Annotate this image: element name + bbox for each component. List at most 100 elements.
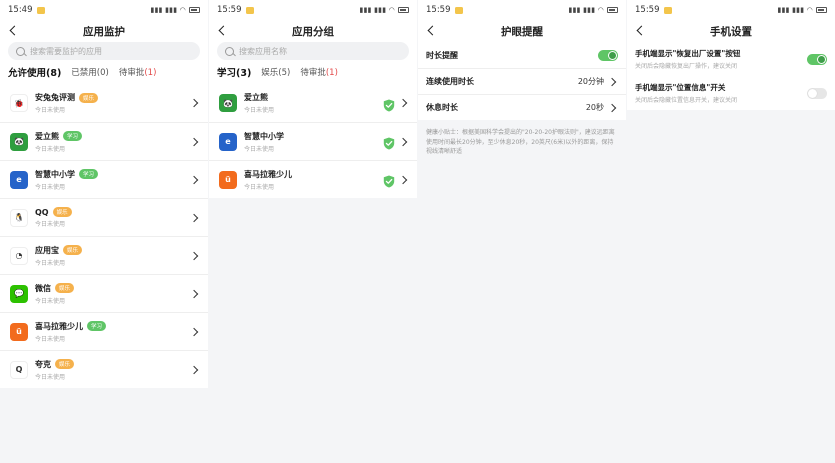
chevron-right-icon [190, 289, 200, 299]
app-row[interactable]: e 智慧中小学 学习 今日未使用 [0, 160, 208, 198]
setting-value: 20分钟 [577, 77, 604, 86]
setting-description: 关闭后会隐藏位置信息开关，建议关闭 [635, 97, 738, 104]
app-info: 应用宝 娱乐今日未使用 [35, 245, 190, 267]
nav-bar: 应用分组 [209, 20, 417, 42]
message-icon [663, 6, 672, 14]
setting-label: 连续使用时长 [426, 77, 474, 86]
app-info: 安兔兔评测 娱乐今日未使用 [35, 92, 190, 114]
status-time: 15:59 [635, 5, 660, 15]
health-tip: 健康小贴士：根据美国科学会提出的"20-20-20护眼法则"，建议远距离使用时间… [426, 129, 615, 156]
tab-0[interactable]: 学习(3) [217, 65, 251, 79]
setting-row[interactable]: 休息时长 20秒 [418, 94, 626, 120]
app-row[interactable]: 🐼 爱立熊 学习 今日未使用 [0, 122, 208, 160]
usage-text: 今日未使用 [35, 145, 66, 153]
toggle-knob [808, 88, 817, 98]
signal-icon: ▮▮▮ ▮▮▮ ◠ [777, 6, 813, 14]
nav-bar: 手机设置 [627, 20, 835, 42]
usage-text: 今日未使用 [35, 259, 66, 267]
back-icon[interactable] [217, 24, 231, 38]
app-name: 爱立熊 [244, 92, 383, 103]
search-input[interactable]: 搜索需要监护的应用 [8, 42, 200, 60]
app-name: 安兔兔评测 娱乐 [35, 92, 190, 103]
toggle-switch[interactable] [807, 87, 827, 99]
status-time: 15:59 [217, 5, 242, 15]
toggle-switch[interactable] [598, 49, 618, 61]
setting-value: 20秒 [585, 103, 604, 112]
panda-icon: 🐼 [219, 94, 237, 112]
category-badge: 娱乐 [55, 283, 75, 293]
app-name-text: 安兔兔评测 [35, 93, 75, 102]
app-name: 智慧中小学 学习 [35, 169, 190, 180]
battery-icon [607, 7, 618, 13]
setting-row[interactable]: 连续使用时长 20分钟 [418, 68, 626, 94]
signal-icon: ▮▮▮ ▮▮▮ ◠ [359, 6, 395, 14]
category-badge: 学习 [63, 131, 83, 141]
app-name-text: 智慧中小学 [35, 169, 75, 179]
message-icon [36, 6, 45, 14]
setting-text: 手机端显示"位置信息"开关 关闭后会隐藏位置信息开关，建议关闭 [635, 82, 807, 104]
header-area: 15:49 ▮▮▮ ▮▮▮ ◠ 应用监护 搜索需要监护的应用 允许使用(8) 已禁… [0, 0, 208, 84]
app-row[interactable]: 🐧 QQ 娱乐今日未使用 [0, 198, 208, 236]
chevron-right-icon [190, 213, 200, 223]
page-title: 手机设置 [710, 25, 752, 38]
pending-count: (1) [325, 68, 338, 78]
status-bar: 15:49 ▮▮▮ ▮▮▮ ◠ [0, 0, 208, 20]
setting-row[interactable]: 手机端显示"位置信息"开关 关闭后会隐藏位置信息开关，建议关闭 [627, 76, 835, 110]
edu-icon: e [10, 170, 28, 189]
app-name-text: 应用宝 [35, 245, 59, 255]
signal-icon: ▮▮▮ ▮▮▮ ◠ [568, 6, 604, 14]
tab-0[interactable]: 允许使用(8) [8, 65, 61, 79]
app-row[interactable]: 🐞 安兔兔评测 娱乐今日未使用 [0, 84, 208, 122]
app-name-text: 喜马拉雅少儿 [244, 169, 292, 179]
app-info: 夸克 娱乐 今日未使用 [35, 359, 190, 381]
category-badge: 娱乐 [63, 245, 83, 255]
toggle-switch[interactable] [807, 53, 827, 65]
setting-description: 关闭后会隐藏恢复出厂操作，建议关闭 [635, 63, 738, 70]
app-row[interactable]: 💬 微信 娱乐 今日未使用 [0, 274, 208, 312]
back-icon[interactable] [426, 24, 440, 38]
signal-icon: ▮▮▮ ▮▮▮ ◠ [150, 6, 186, 14]
app-name: QQ 娱乐 [35, 207, 190, 217]
shield-check-icon [383, 135, 395, 150]
usage-text: 今日未使用 [35, 221, 66, 228]
setting-row[interactable]: 手机端显示"恢复出厂设置"按钮 关闭后会隐藏恢复出厂操作，建议关闭 [627, 42, 835, 76]
antutu-icon: 🐞 [10, 94, 28, 112]
chevron-right-icon [399, 175, 409, 185]
back-icon[interactable] [8, 24, 22, 38]
app-name-text: 爱立熊 [244, 93, 268, 102]
app-row[interactable]: 🐼 爱立熊 今日未使用 [209, 84, 417, 122]
app-row[interactable]: ü 喜马拉雅少儿 学习 今日未使用 [0, 312, 208, 350]
tab-2[interactable]: 待审批(1) [300, 66, 338, 78]
app-info: 微信 娱乐 今日未使用 [35, 283, 190, 305]
battery-icon [398, 7, 409, 13]
nav-bar: 护眼提醒 [418, 20, 626, 42]
eye-care-screen: 15:59 ▮▮▮ ▮▮▮ ◠ 护眼提醒 时长提醒 连续使用时长 20分钟 休息时长 2… [418, 0, 626, 463]
chevron-right-icon [190, 365, 200, 375]
usage-text: 今日未使用 [35, 107, 66, 114]
app-name-text: 微信 [35, 283, 51, 293]
battery-icon [189, 7, 200, 13]
app-info: 喜马拉雅少儿 学习 今日未使用 [35, 321, 190, 343]
tab-1[interactable]: 娱乐(5) [261, 66, 290, 78]
category-badge: 娱乐 [55, 359, 75, 369]
tab-2[interactable]: 待审批(1) [119, 66, 157, 78]
app-name-text: 智慧中小学 [244, 131, 284, 141]
usage-text: 今日未使用 [244, 145, 275, 153]
search-input[interactable]: 搜索应用名称 [217, 42, 409, 60]
app-name: 喜马拉雅少儿 学习 [35, 321, 190, 332]
chevron-right-icon [608, 77, 618, 87]
phone-settings-screen: 15:59 ▮▮▮ ▮▮▮ ◠ 手机设置 手机端显示"恢复出厂设置"按钮 关闭后会… [627, 0, 835, 463]
app-row[interactable]: Q 夸克 娱乐 今日未使用 [0, 350, 208, 388]
app-row[interactable]: ü 喜马拉雅少儿 今日未使用 [209, 160, 417, 198]
battery-icon [816, 7, 827, 13]
app-name: 微信 娱乐 [35, 283, 190, 294]
app-row[interactable]: ◔ 应用宝 娱乐 今日未使用 [0, 236, 208, 274]
setting-row[interactable]: 时长提醒 [418, 42, 626, 68]
edu-icon: e [219, 132, 237, 151]
pending-count: (1) [144, 68, 157, 78]
qq-icon: 🐧 [10, 208, 28, 227]
back-icon[interactable] [635, 24, 649, 38]
tab-1[interactable]: 已禁用(0) [71, 66, 109, 78]
app-row[interactable]: e 智慧中小学今日未使用 [209, 122, 417, 160]
chevron-right-icon [190, 98, 200, 108]
